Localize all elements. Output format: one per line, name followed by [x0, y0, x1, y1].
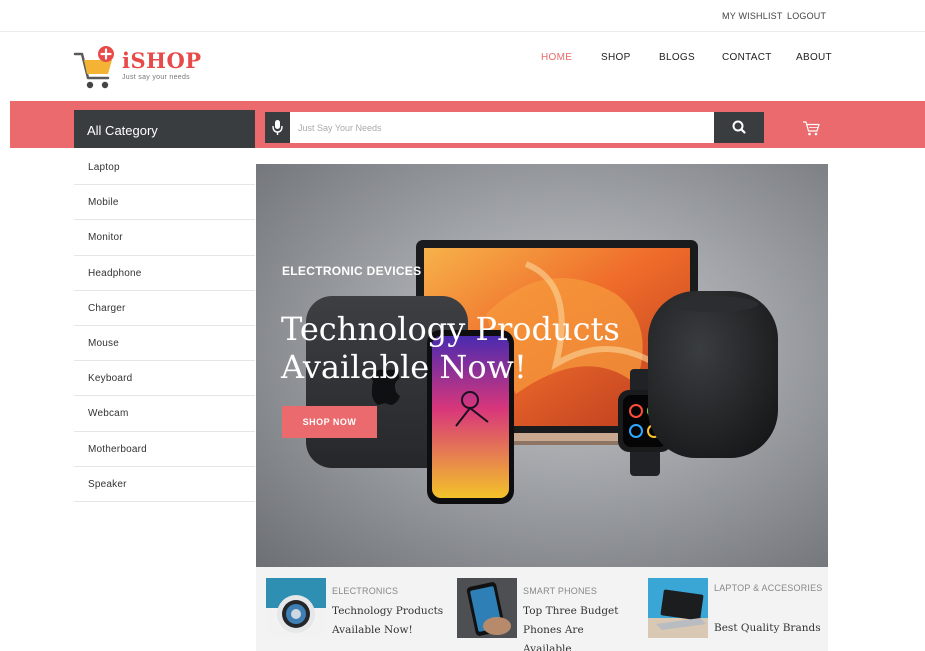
feature-category: SMART PHONES [523, 586, 598, 596]
cart-button[interactable] [800, 118, 822, 138]
feature-category: ELECTRONICS [332, 586, 399, 596]
shopping-cart-logo-icon [73, 46, 114, 89]
hero-title: Technology Products Available Now! [281, 310, 641, 386]
nav-home[interactable]: HOME [541, 52, 572, 63]
feature-card-electronics[interactable]: ELECTRONICS Technology Products Availabl… [264, 567, 454, 651]
nav-about[interactable]: ABOUT [796, 52, 832, 63]
category-item-webcam[interactable]: Webcam [74, 396, 255, 432]
voice-search-button[interactable] [265, 112, 290, 143]
category-item-motherboard[interactable]: Motherboard [74, 432, 255, 467]
cart-icon [803, 121, 820, 136]
hero-eyebrow: ELECTRONIC DEVICES [282, 264, 422, 278]
brand-name: iSHOP [122, 48, 202, 73]
microphone-icon [272, 120, 283, 135]
category-item-mouse[interactable]: Mouse [74, 326, 255, 362]
my-wishlist-link[interactable]: MY WISHLIST [722, 11, 783, 21]
electronics-thumbnail [266, 578, 326, 638]
logout-link[interactable]: LOGOUT [787, 11, 826, 21]
category-item-mobile[interactable]: Mobile [74, 185, 255, 221]
feature-title: Technology Products Available Now! [332, 605, 444, 636]
category-item-keyboard[interactable]: Keyboard [74, 361, 255, 397]
laptop-accesories-thumbnail [648, 578, 708, 638]
top-utility-bar: MY WISHLIST LOGOUT [0, 0, 925, 32]
feature-cards: ELECTRONICS Technology Products Availabl… [256, 567, 828, 651]
category-item-speaker[interactable]: Speaker [74, 467, 255, 502]
feature-title: Top Three Budget Phones Are Available [523, 605, 619, 651]
brand-tagline: Just say your needs [122, 74, 190, 81]
site-header: iSHOP Just say your needs HOME SHOP BLOG… [0, 32, 925, 100]
hero-banner: ELECTRONIC DEVICES Technology Products A… [256, 164, 828, 567]
search-icon [732, 120, 746, 134]
hero-title-line-2: Available Now! [281, 348, 527, 386]
nav-shop[interactable]: SHOP [601, 52, 631, 63]
category-item-laptop[interactable]: Laptop [74, 150, 255, 186]
shop-now-button[interactable]: SHOP NOW [282, 406, 377, 438]
feature-card-laptop-accesories[interactable]: LAPTOP & ACCESORIES Best Quality Brands [646, 567, 836, 651]
search-button[interactable] [714, 112, 764, 143]
category-list: Laptop Mobile Monitor Headphone Charger … [74, 150, 255, 502]
nav-blogs[interactable]: BLOGS [659, 52, 695, 63]
feature-title: Best Quality Brands [714, 622, 821, 634]
category-item-headphone[interactable]: Headphone [74, 256, 255, 291]
category-item-monitor[interactable]: Monitor [74, 220, 255, 256]
all-category-dropdown[interactable]: All Category [74, 110, 255, 148]
search-input[interactable] [290, 112, 714, 143]
ishop-logo[interactable]: iSHOP Just say your needs [72, 44, 212, 92]
feature-category: LAPTOP & ACCESORIES [714, 583, 823, 593]
feature-card-smart-phones[interactable]: SMART PHONES Top Three Budget Phones Are… [455, 567, 645, 651]
hero-title-line-1: Technology Products [281, 310, 620, 348]
category-item-charger[interactable]: Charger [74, 291, 255, 326]
nav-contact[interactable]: CONTACT [722, 52, 772, 63]
smart-phones-thumbnail [457, 578, 517, 638]
